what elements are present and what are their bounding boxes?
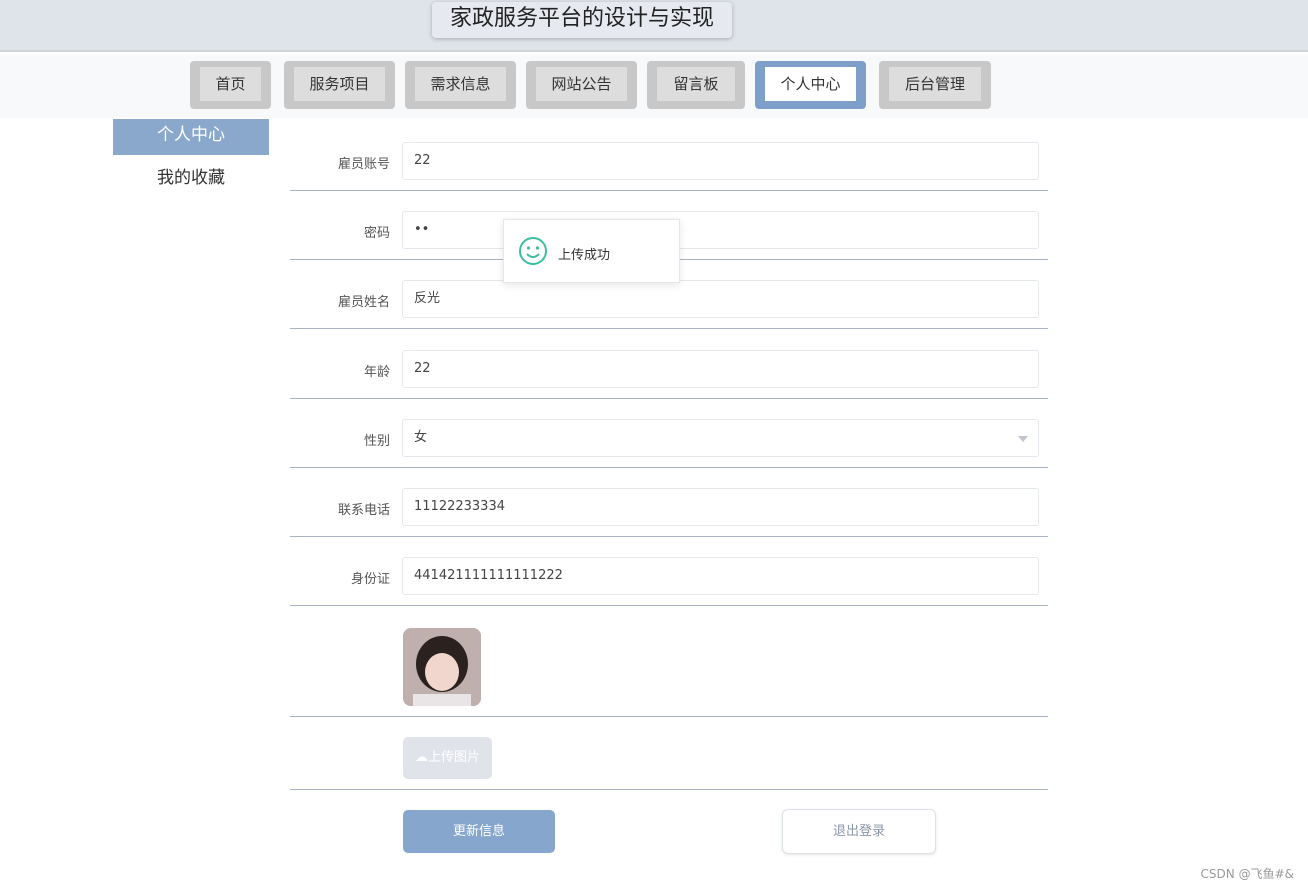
upload-image-button[interactable]: ☁上传图片 xyxy=(403,737,492,779)
gender-select[interactable]: 女 xyxy=(402,418,1039,457)
field-label: 雇员账号 xyxy=(337,157,390,172)
field-label: 联系电话 xyxy=(337,503,390,518)
form-row: 雇员账号 22 xyxy=(290,123,1048,191)
sidebar-item-personal-center[interactable]: 个人中心 xyxy=(113,119,269,155)
tab-3[interactable]: 网站公告 xyxy=(526,61,637,109)
field-label: 年龄 xyxy=(363,364,390,380)
form-row: 年龄 22 xyxy=(290,331,1048,399)
field-input[interactable]: 22 xyxy=(402,349,1039,388)
tab-1[interactable]: 服务项目 xyxy=(284,61,395,109)
tab-2[interactable]: 需求信息 xyxy=(405,61,516,109)
cloud-upload-icon: ☁ xyxy=(414,750,428,765)
update-info-button[interactable]: 更新信息 xyxy=(403,810,555,853)
field-label: 性别 xyxy=(363,433,390,449)
chevron-down-icon xyxy=(1018,435,1028,442)
field-input[interactable]: 11122233334 xyxy=(402,488,1039,526)
form-row: 性别 女 xyxy=(290,400,1048,468)
field-input[interactable]: 22 xyxy=(402,142,1039,180)
sidebar-item-favorites[interactable]: 我的收藏 xyxy=(113,162,269,198)
field-input[interactable]: 441421111111111222 xyxy=(402,557,1039,596)
field-label: 密码 xyxy=(363,226,390,242)
smile-icon xyxy=(519,237,547,265)
logout-button[interactable]: 退出登录 xyxy=(782,809,936,854)
sidebar: 个人中心 我的收藏 xyxy=(113,119,269,205)
tab-5[interactable]: 个人中心 xyxy=(755,61,866,109)
field-label: 雇员姓名 xyxy=(337,295,390,311)
form-row: 联系电话 11122233334 xyxy=(290,469,1048,537)
form-row: 身份证 441421111111111222 xyxy=(290,538,1048,607)
tab-4[interactable]: 留言板 xyxy=(647,61,745,109)
tab-6[interactable]: 后台管理 xyxy=(879,61,991,109)
field-input[interactable]: 反光 xyxy=(402,280,1039,319)
avatar-image xyxy=(403,628,481,706)
field-input[interactable]: •• xyxy=(402,211,1039,250)
field-label: 身份证 xyxy=(350,572,390,588)
toast-message: 上传成功 xyxy=(503,219,680,283)
page-title: 家政服务平台的设计与实现 xyxy=(432,2,732,38)
tab-0[interactable]: 首页 xyxy=(190,61,271,109)
watermark: CSDN @飞鱼#& xyxy=(1200,867,1294,881)
